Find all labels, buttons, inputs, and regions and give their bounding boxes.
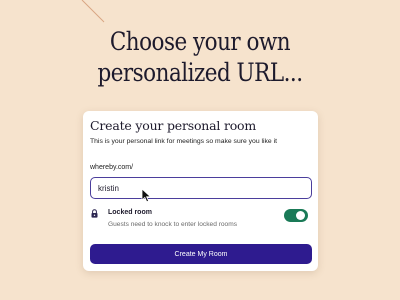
card-title: Create your personal room — [90, 118, 257, 133]
locked-room-toggle[interactable] — [284, 209, 308, 222]
create-room-button[interactable]: Create My Room — [90, 244, 312, 264]
create-room-card: Create your personal room This is your p… — [83, 111, 318, 271]
lock-icon — [91, 209, 98, 218]
page-headline: Choose your own personalized URL... — [28, 26, 372, 88]
locked-room-description: Guests need to knock to enter locked roo… — [108, 221, 238, 228]
domain-prefix-label: whereby.com/ — [90, 164, 134, 171]
headline-line-1: Choose your own — [109, 27, 291, 56]
toggle-knob — [296, 211, 305, 220]
card-description: This is your personal link for meetings … — [90, 138, 277, 145]
locked-room-label: Locked room — [108, 209, 152, 216]
room-name-input[interactable] — [90, 177, 312, 199]
headline-line-2: personalized URL... — [97, 58, 303, 87]
